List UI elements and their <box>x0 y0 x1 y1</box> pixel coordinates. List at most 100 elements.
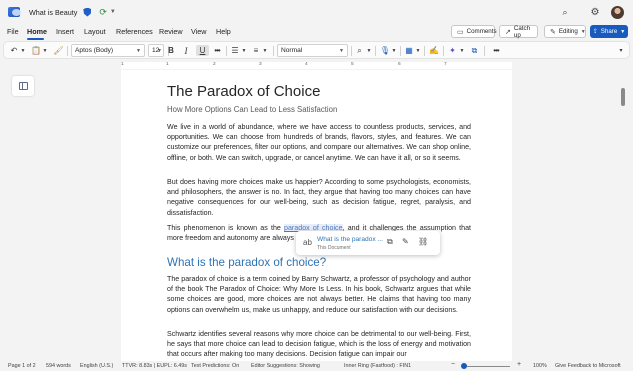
chevron-down-icon[interactable]: ▼ <box>110 9 116 15</box>
chevron-down-icon[interactable]: ▼ <box>366 45 372 56</box>
dictate-icon[interactable]: 🎙 <box>380 45 390 56</box>
divider <box>226 46 227 56</box>
catch-up-button[interactable]: ↗ Catch up <box>499 25 538 39</box>
comments-button[interactable]: ▭ Comments <box>451 25 497 38</box>
zoom-level[interactable]: 100% <box>533 363 547 369</box>
text-predictions-status[interactable]: Text Predictions: On <box>191 363 239 369</box>
add-ins-icon[interactable]: ⧉ <box>469 45 480 56</box>
catch-up-icon: ↗ <box>505 28 511 36</box>
navigation-pane-icon <box>18 82 28 90</box>
tab-home[interactable]: Home <box>27 27 47 36</box>
ruler-number: 1 <box>166 62 169 67</box>
search-icon[interactable]: ⌕ <box>555 7 575 18</box>
chevron-down-icon: ▼ <box>136 47 141 54</box>
paste-icon[interactable]: 📋 <box>31 45 41 56</box>
remove-link-icon[interactable]: ⛓ <box>418 237 428 246</box>
chevron-down-icon[interactable]: ▼ <box>459 45 465 56</box>
more-font-options-button[interactable]: ••• <box>211 45 223 56</box>
document-title[interactable]: What is Beauty <box>29 8 77 17</box>
undo-icon[interactable]: ↶ <box>9 45 19 56</box>
zoom-slider-thumb[interactable] <box>461 363 467 369</box>
tab-layout[interactable]: Layout <box>84 27 106 36</box>
ruler-number: 6 <box>398 62 401 67</box>
document-page[interactable]: The Paradox of Choice How More Options C… <box>121 70 512 361</box>
chevron-down-icon[interactable]: ▼ <box>391 45 397 56</box>
tab-review[interactable]: Review <box>159 27 183 36</box>
zoom-out-button[interactable]: − <box>451 361 455 368</box>
divider <box>484 46 485 56</box>
horizontal-ruler: 1 1 2 3 4 5 6 7 <box>121 62 512 69</box>
language-status[interactable]: English (U.S.) <box>80 363 113 369</box>
zoom-in-button[interactable]: + <box>517 361 521 368</box>
ruler-number: 7 <box>444 62 447 67</box>
collapse-ribbon-icon[interactable]: ▾ <box>616 45 626 56</box>
tab-view[interactable]: View <box>191 27 206 36</box>
pencil-icon: ✎ <box>550 28 556 36</box>
tab-help[interactable]: Help <box>216 27 231 36</box>
italic-button[interactable]: I <box>180 45 192 56</box>
font-name-select[interactable]: Aptos (Body) ▼ <box>71 44 145 57</box>
bullets-icon[interactable]: ☰ <box>230 45 240 56</box>
zoom-slider[interactable] <box>463 366 510 367</box>
chevron-down-icon: ▼ <box>620 28 626 35</box>
chevron-down-icon[interactable]: ▼ <box>415 45 421 56</box>
tab-references[interactable]: References <box>116 27 153 36</box>
paragraph-4[interactable]: The paradox of choice is a term coined b… <box>167 274 471 315</box>
chevron-down-icon[interactable]: ▼ <box>262 45 268 56</box>
editor-icon[interactable]: ✍ <box>428 45 440 56</box>
cloud-app-icon <box>8 7 21 17</box>
paragraph-5[interactable]: Schwartz identifies several reasons why … <box>167 329 471 360</box>
ruler-number: 4 <box>305 62 308 67</box>
chevron-down-icon[interactable]: ▼ <box>241 45 247 56</box>
chevron-down-icon: ▼ <box>580 28 586 35</box>
edit-link-icon[interactable]: ✎ <box>402 237 409 246</box>
link-preview-source: This Document <box>317 245 351 251</box>
chevron-down-icon[interactable]: ▼ <box>20 45 26 56</box>
tab-insert[interactable]: Insert <box>56 27 74 36</box>
share-icon: ⇪ <box>592 29 598 35</box>
divider <box>375 46 376 56</box>
feedback-link[interactable]: Give Feedback to Microsoft <box>555 363 621 369</box>
link-preview-card[interactable]: ab What is the paradox ... This Document… <box>296 231 440 255</box>
format-painter-icon[interactable]: 🖌 <box>53 45 64 56</box>
word-count[interactable]: 594 words <box>46 363 71 369</box>
paragraph-1[interactable]: We live in a world of abundance, where w… <box>167 122 471 163</box>
document-subtitle[interactable]: How More Options Can Lead to Less Satisf… <box>167 105 337 114</box>
font-size-select[interactable]: 12 ▼ <box>148 44 164 57</box>
section-heading[interactable]: What is the paradox of choice? <box>167 256 326 269</box>
sync-status-icon[interactable]: ⟳ <box>99 7 107 17</box>
page-count[interactable]: Page 1 of 2 <box>8 363 36 369</box>
share-button[interactable]: ⇪ Share ▼ <box>590 25 628 38</box>
more-options-button[interactable]: ••• <box>489 45 503 56</box>
active-tab-indicator <box>27 38 44 40</box>
underline-button[interactable]: U <box>196 45 209 56</box>
bold-button[interactable]: B <box>165 45 177 56</box>
find-icon[interactable]: ⌕ <box>354 45 365 56</box>
align-left-icon[interactable]: ≡ <box>251 45 261 56</box>
editing-mode-button[interactable]: ✎ Editing ▼ <box>544 25 586 38</box>
avatar[interactable] <box>611 5 624 19</box>
style-select[interactable]: Normal ▼ <box>277 44 348 57</box>
copy-link-icon[interactable]: ⧉ <box>387 237 393 247</box>
navigation-pane-button[interactable] <box>12 76 34 96</box>
sensitivity-icon[interactable]: ▦ <box>404 45 414 56</box>
tab-file[interactable]: File <box>7 27 19 36</box>
ruler-number: 1 <box>121 62 124 67</box>
divider <box>351 46 352 56</box>
designer-icon[interactable]: ✦ <box>447 45 458 56</box>
divider <box>424 46 425 56</box>
chevron-down-icon[interactable]: ▼ <box>42 45 48 56</box>
divider <box>273 46 274 56</box>
ruler-number: 2 <box>213 62 216 67</box>
comment-icon: ▭ <box>457 28 464 36</box>
gear-icon[interactable]: ⚙ <box>585 7 605 18</box>
ring-status: Inner Ring (Fastfood) : FIN1 <box>344 363 412 369</box>
document-heading[interactable]: The Paradox of Choice <box>167 83 320 100</box>
link-preview-title[interactable]: What is the paradox ... <box>317 236 383 243</box>
sensitivity-shield-icon[interactable] <box>83 7 92 17</box>
paragraph-2[interactable]: But does having more choices make us hap… <box>167 177 471 218</box>
divider <box>400 46 401 56</box>
editor-suggestions-status[interactable]: Editor Suggestions: Showing <box>251 363 320 369</box>
vertical-scrollbar[interactable] <box>621 88 625 106</box>
status-bar: Page 1 of 2 594 words English (U.S.) TTV… <box>0 361 633 371</box>
